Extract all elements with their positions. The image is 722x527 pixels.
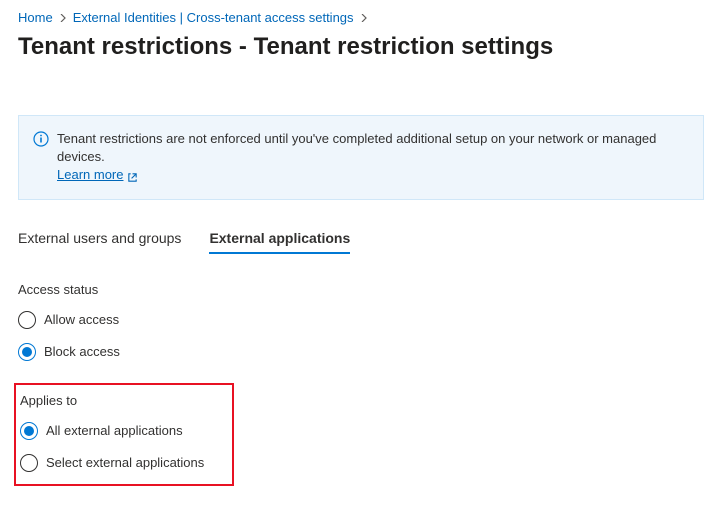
page-title: Tenant restrictions - Tenant restriction… [18, 33, 704, 61]
radio-allow-access[interactable]: Allow access [18, 311, 704, 329]
breadcrumb-home[interactable]: Home [18, 10, 53, 25]
radio-label: All external applications [46, 423, 183, 438]
access-status-label: Access status [18, 282, 704, 297]
chevron-right-icon [358, 14, 370, 22]
radio-icon [18, 311, 36, 329]
chevron-right-icon [57, 14, 69, 22]
radio-label: Block access [44, 344, 120, 359]
radio-select-external-applications[interactable]: Select external applications [20, 454, 204, 472]
learn-more-label: Learn more [57, 166, 123, 184]
breadcrumb: Home External Identities | Cross-tenant … [18, 10, 704, 25]
tab-external-applications[interactable]: External applications [209, 224, 350, 254]
radio-block-access[interactable]: Block access [18, 343, 704, 361]
applies-to-highlight: Applies to All external applications Sel… [14, 383, 234, 486]
radio-label: Allow access [44, 312, 119, 327]
access-status-group: Access status Allow access Block access [18, 282, 704, 361]
info-message: Tenant restrictions are not enforced unt… [57, 131, 656, 164]
info-banner: Tenant restrictions are not enforced unt… [18, 115, 704, 200]
radio-all-external-applications[interactable]: All external applications [20, 422, 204, 440]
info-text: Tenant restrictions are not enforced unt… [57, 130, 689, 185]
learn-more-link[interactable]: Learn more [57, 166, 138, 184]
tabs: External users and groups External appli… [18, 224, 704, 254]
info-icon [33, 131, 49, 150]
radio-icon [20, 454, 38, 472]
radio-icon [18, 343, 36, 361]
breadcrumb-external-identities[interactable]: External Identities | Cross-tenant acces… [73, 10, 354, 25]
radio-icon [20, 422, 38, 440]
external-link-icon [127, 170, 138, 181]
tab-external-users-groups[interactable]: External users and groups [18, 224, 181, 254]
applies-to-label: Applies to [20, 393, 204, 408]
radio-label: Select external applications [46, 455, 204, 470]
